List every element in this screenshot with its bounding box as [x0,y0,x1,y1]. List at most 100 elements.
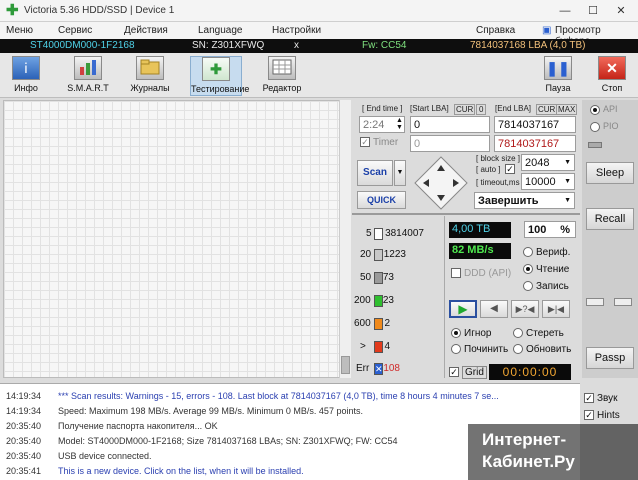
erase-radio[interactable]: Стереть [513,328,564,339]
legend-row-200: 200 23 [354,295,394,307]
editor-tab[interactable]: Редактор [256,56,308,96]
legend-row-err: Err ✕ 108 [356,363,400,375]
legend-swatch [374,341,383,353]
info-icon: ⅰ [12,56,40,80]
current-lba-field: 7814037167 [494,135,576,152]
menu-item-settings[interactable]: Настройки [272,25,321,36]
power-left-button[interactable] [586,298,604,306]
end-cur-button[interactable]: CUR [536,104,558,115]
buffer-icon: ▣ [542,25,552,36]
hints-checkbox[interactable]: ✓ Hints [584,410,620,421]
end-max-button[interactable]: MAX [556,104,578,115]
sound-checkbox[interactable]: ✓ Звук [584,393,618,404]
logs-tab[interactable]: Журналы [124,56,176,96]
sleep-button[interactable]: Sleep [586,162,634,184]
finish-action-select[interactable]: Завершить ▼ [474,192,575,209]
legend-swatch [374,295,383,307]
testing-tab[interactable]: ✚ Тестирование [190,56,249,96]
verify-radio[interactable]: Вериф. [523,247,570,258]
pio-radio[interactable]: PIO [590,121,619,132]
menu-bar: Меню Сервис Действия Language Настройки … [0,22,638,47]
random-seek-button[interactable]: ▶?◀ [511,300,539,318]
start-zero-button[interactable]: 0 [476,104,487,115]
legend-row-20: 20 1223 [360,249,406,261]
legend-error-icon: ✕ [374,363,383,375]
speed-display: 82 MB/s [449,243,511,259]
block-size-select[interactable]: 2048 ▼ [521,154,575,171]
tested-capacity-display: 4,00 TB [449,222,511,238]
legend-row-5: 5 3814007 [366,228,424,240]
quick-button[interactable]: QUICK [357,191,406,209]
drive-firmware: Fw: CC54 [362,40,407,51]
timer-field[interactable]: 0 [410,135,490,152]
menu-item-service[interactable]: Сервис [58,25,92,36]
auto-checkbox[interactable]: ✓ [505,164,515,174]
recall-button[interactable]: Recall [586,208,634,230]
menu-item-actions[interactable]: Действия [124,25,168,36]
end-time-spinner-icon[interactable]: ▲ ▼ [396,117,403,131]
legend-divider [444,216,445,378]
smart-tab[interactable]: S.M.A.R.T [62,56,114,96]
scan-dropdown-icon[interactable]: ▼ [394,160,406,186]
drive-info-bar[interactable]: ST4000DM000-1F2168 SN: Z301XFWQ x Fw: CC… [0,39,638,53]
editor-grid-icon [268,56,296,80]
stop-button[interactable]: ✕ Стоп [586,56,638,96]
repair-radio[interactable]: Починить [451,344,508,355]
drive-capacity: 7814037168 LBA (4,0 TB) [470,40,586,51]
minimize-button[interactable]: — [552,2,578,20]
scrollbar-thumb[interactable] [341,356,350,374]
timer-checkbox[interactable]: ✓ Timer [360,137,398,148]
ignore-radio[interactable]: Игнор [451,328,491,339]
scan-button[interactable]: Scan [357,160,393,186]
elapsed-time-display: 00:00:00 [489,364,571,380]
refresh-radio[interactable]: Обновить [513,344,571,355]
grid-checkbox[interactable]: ✓ Grid [449,366,487,379]
legend-swatch [374,228,383,240]
random-seek-icon: ▶?◀ [515,304,535,314]
info-tab[interactable]: ⅰ Инфо [0,56,52,96]
menu-item-menu[interactable]: Меню [6,25,33,36]
pause-icon: ❚❚ [544,56,572,80]
legend-swatch [374,318,383,330]
app-icon: ✚ [6,2,19,19]
play-button[interactable]: ▶ [449,300,477,318]
passp-button[interactable]: Passp [586,347,634,369]
toolbar: ⅰ Инфо S.M.A.R.T Журналы ✚ Тестирование … [0,53,638,98]
ddd-api-checkbox[interactable]: DDD (API) [451,268,511,279]
start-lba-label: [Start LBA] [410,104,449,113]
start-lba-field[interactable]: 0 [410,116,490,133]
pause-button[interactable]: ❚❚ Пауза [532,56,584,96]
menu-item-help[interactable]: Справка [476,25,515,36]
legend-swatch [374,272,383,284]
drive-model: ST4000DM000-1F2168 [30,40,135,51]
smart-chart-icon [74,56,102,80]
scan-map-scrollbar[interactable] [339,100,351,378]
seek-direction-pad[interactable] [414,156,468,210]
close-button[interactable]: ✕ [608,2,634,20]
progress-display: 100% [524,221,576,238]
timeout-label: [ timeout,ms ] [476,178,525,187]
scan-map-grid[interactable] [3,100,351,378]
log-row: 14:19:34 Speed: Maximum 198 MB/s. Average… [6,406,363,416]
legend-row-gt: > 4 [360,341,390,353]
read-radio[interactable]: Чтение [523,264,569,275]
rewind-button[interactable]: ◀ [480,300,508,318]
write-radio[interactable]: Запись [523,281,569,292]
start-cur-button[interactable]: CUR [454,104,476,115]
drive-serial: SN: Z301XFWQ [192,40,265,51]
maximize-button[interactable]: ☐ [580,2,606,20]
window-title: Victoria 5.36 HDD/SSD | Device 1 [24,5,175,16]
timer-check-icon: ✓ [360,137,370,148]
menu-item-language[interactable]: Language [198,25,243,36]
testing-icon: ✚ [202,57,230,81]
end-lba-field[interactable]: 7814037167 [494,116,576,133]
auto-label: [ auto ] [476,165,501,174]
api-radio[interactable]: API [590,104,618,115]
api-indicator [588,142,602,148]
rewind-icon: ◀ [490,303,498,314]
log-row: 14:19:34 *** Scan results: Warnings - 15,… [6,391,499,401]
butterfly-button[interactable]: ▶|◀ [542,300,570,318]
timeout-select[interactable]: 10000 ▼ [521,173,575,190]
block-size-label: [ block size ] [476,154,521,163]
power-right-button[interactable] [614,298,632,306]
